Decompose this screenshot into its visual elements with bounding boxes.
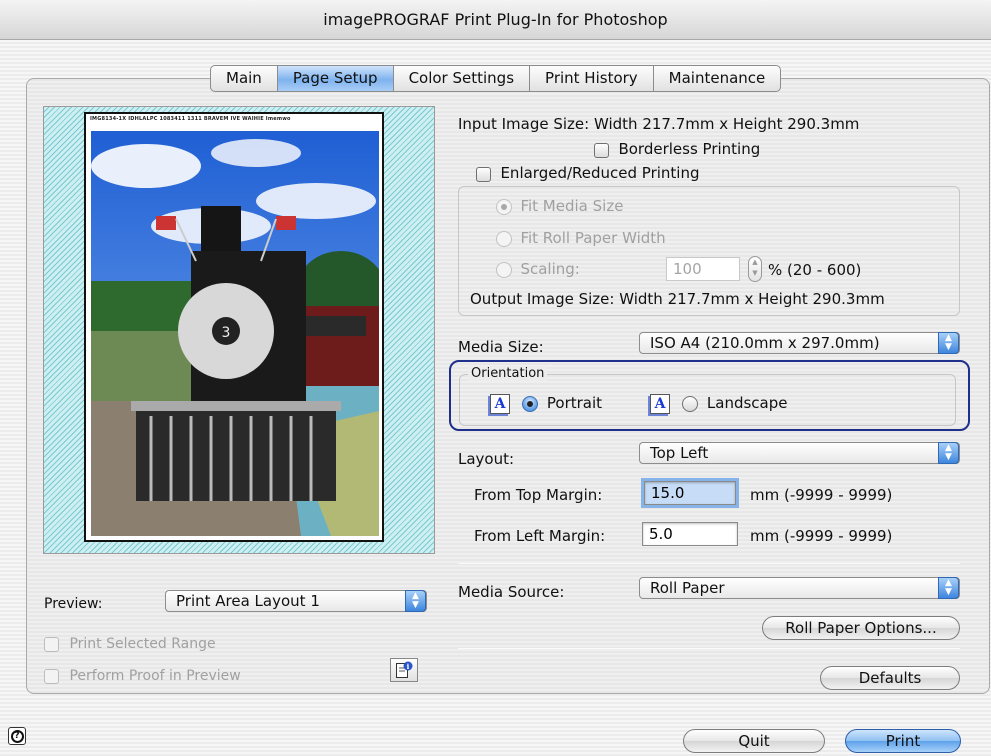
enlarged-reduced-printing[interactable]: Enlarged/Reduced Printing	[476, 164, 700, 182]
roll-paper-options-button[interactable]: Roll Paper Options...	[762, 616, 960, 640]
media-size-label: Media Size:	[458, 338, 544, 356]
top-margin-input[interactable]	[641, 478, 739, 508]
output-image-size: Output Image Size: Width 217.7mm x Heigh…	[470, 290, 885, 308]
media-source-value: Roll Paper	[650, 579, 725, 597]
scaling-option[interactable]: Scaling:	[496, 260, 580, 278]
help-button[interactable]: ?	[8, 727, 26, 745]
window-title: imagePROGRAF Print Plug-In for Photoshop	[323, 10, 668, 29]
popup-arrows-icon: ▲ ▼	[938, 332, 959, 354]
scaling-label: Scaling:	[520, 260, 580, 278]
svg-text:i: i	[407, 662, 410, 671]
perform-proof[interactable]: Perform Proof in Preview	[44, 668, 241, 684]
left-margin-label: From Left Margin:	[474, 527, 606, 545]
popup-arrows-icon: ▲ ▼	[938, 442, 959, 464]
top-margin-label: From Top Margin:	[474, 486, 603, 504]
portrait-option[interactable]: A Portrait	[490, 394, 602, 414]
scaling-stepper[interactable]: ▲ ▼	[748, 256, 762, 282]
fit-media-size-option[interactable]: Fit Media Size	[496, 197, 623, 215]
preview-photo: 3	[91, 131, 379, 536]
quit-button[interactable]: Quit	[683, 729, 825, 753]
borderless-printing-checkbox[interactable]	[594, 142, 609, 158]
print-selected-range-checkbox[interactable]	[44, 636, 59, 652]
print-selected-range-label: Print Selected Range	[69, 636, 216, 652]
tab-print-history[interactable]: Print History	[530, 66, 654, 91]
preview-select[interactable]: Print Area Layout 1 ▲ ▼	[165, 590, 427, 612]
tab-page-setup[interactable]: Page Setup	[277, 66, 394, 91]
defaults-button[interactable]: Defaults	[820, 666, 960, 690]
tab-color-settings[interactable]: Color Settings	[394, 66, 531, 91]
svg-text:3: 3	[222, 325, 231, 341]
info-button[interactable]: i	[390, 658, 418, 682]
portrait-label: Portrait	[546, 394, 603, 412]
borderless-printing[interactable]: Borderless Printing	[594, 140, 760, 158]
media-source-select[interactable]: Roll Paper ▲ ▼	[639, 577, 960, 599]
left-margin-range: mm (-9999 - 9999)	[750, 527, 893, 545]
portrait-radio[interactable]	[522, 396, 539, 412]
window-titlebar: imagePROGRAF Print Plug-In for Photoshop	[0, 0, 991, 40]
scaling-range: % (20 - 600)	[768, 261, 862, 279]
fit-media-size-label: Fit Media Size	[520, 197, 624, 215]
fit-roll-paper-width-option[interactable]: Fit Roll Paper Width	[496, 229, 666, 247]
perform-proof-label: Perform Proof in Preview	[69, 668, 241, 684]
tab-bar: Main Page Setup Color Settings Print His…	[210, 65, 782, 92]
tab-maintenance[interactable]: Maintenance	[654, 66, 781, 91]
top-margin-range: mm (-9999 - 9999)	[750, 486, 893, 504]
layout-value: Top Left	[650, 444, 709, 462]
landscape-radio[interactable]	[682, 396, 699, 412]
scaling-radio[interactable]	[496, 262, 512, 278]
help-icon: ?	[10, 729, 24, 743]
media-size-value: ISO A4 (210.0mm x 297.0mm)	[650, 334, 880, 352]
portrait-orientation-icon: A	[490, 394, 510, 414]
fit-roll-paper-width-label: Fit Roll Paper Width	[520, 229, 666, 247]
fit-media-size-radio[interactable]	[496, 199, 512, 215]
popup-arrows-icon: ▲ ▼	[938, 577, 959, 599]
document-info-icon: i	[396, 661, 413, 678]
separator	[458, 563, 960, 564]
preview-label: Preview:	[44, 596, 103, 612]
landscape-orientation-icon: A	[650, 394, 670, 414]
landscape-option[interactable]: A Landscape	[650, 394, 788, 414]
media-size-select[interactable]: ISO A4 (210.0mm x 297.0mm) ▲ ▼	[639, 332, 960, 354]
fit-roll-paper-width-radio[interactable]	[496, 231, 512, 247]
print-selected-range[interactable]: Print Selected Range	[44, 636, 216, 652]
perform-proof-checkbox[interactable]	[44, 668, 59, 684]
scaling-input[interactable]	[666, 257, 740, 281]
popup-arrows-icon: ▲ ▼	[405, 590, 426, 612]
borderless-printing-label: Borderless Printing	[618, 140, 761, 158]
input-image-size: Input Image Size: Width 217.7mm x Height…	[458, 115, 860, 133]
layout-select[interactable]: Top Left ▲ ▼	[639, 442, 960, 464]
enlarged-reduced-label: Enlarged/Reduced Printing	[500, 164, 700, 182]
tab-main[interactable]: Main	[211, 66, 278, 91]
left-margin-input[interactable]	[642, 522, 738, 546]
layout-label: Layout:	[458, 450, 515, 468]
preview-paper-header: IMG8134-1X IDHLALPC 1083411 1311 BRAVEM …	[90, 116, 291, 122]
enlarged-reduced-checkbox[interactable]	[476, 166, 491, 182]
landscape-label: Landscape	[706, 394, 788, 412]
print-button[interactable]: Print	[845, 729, 961, 753]
preview-select-value: Print Area Layout 1	[176, 592, 320, 610]
separator	[458, 648, 960, 649]
media-source-label: Media Source:	[458, 583, 565, 601]
orientation-title: Orientation	[468, 366, 548, 381]
